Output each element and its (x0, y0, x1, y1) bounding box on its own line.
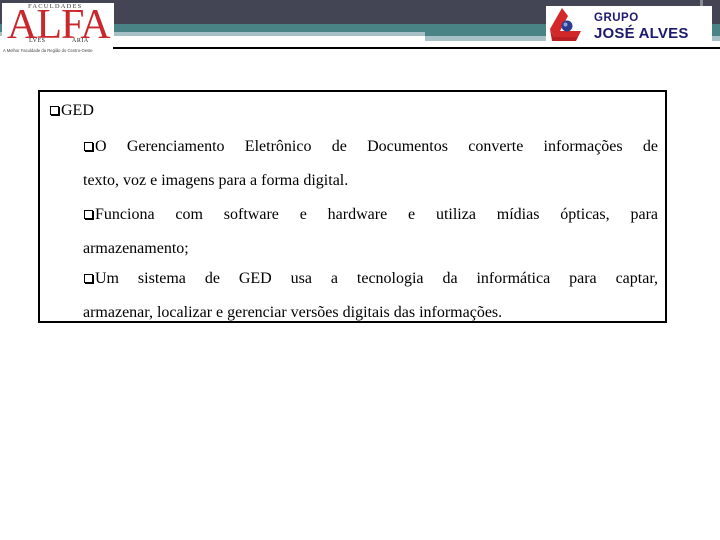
alfa-logo-sub-right: ARIA (72, 38, 89, 44)
bullet-line: armazenar, localizar e gerenciar versões… (83, 304, 503, 321)
logo-line-jose-alves: JOSÉ ALVES (594, 25, 689, 42)
content-box: GED O Gerenciamento Eletrônico de Docume… (38, 90, 667, 323)
bullet-item: Um sistema de GED usa a tecnologia da in… (83, 262, 658, 330)
alfa-logo: ALFA FACULDADES LVES ARIA (2, 3, 114, 47)
alfa-logo-sub-left: LVES (29, 38, 46, 44)
alfa-logo-main: ALFA (7, 2, 111, 48)
bullet-item: Funciona com software e hardware e utili… (83, 198, 658, 266)
logo-line-grupo: GRUPO (594, 12, 639, 24)
bullet-text: Um sistema de GED usa a tecnologia da in… (95, 270, 658, 287)
bullet-line: Um sistema de GED usa a tecnologia da in… (84, 262, 658, 296)
alfa-logo-top-text: FACULDADES (28, 3, 83, 10)
bullet-line: Funciona com software e hardware e utili… (84, 198, 658, 232)
grupo-jose-alves-logo: GRUPO JOSÉ ALVES (546, 6, 712, 43)
bullet-line: texto, voz e imagens para a forma digita… (83, 172, 349, 189)
header-divider (113, 47, 720, 49)
section-title: GED (50, 102, 94, 120)
section-title-text: GED (61, 102, 94, 119)
bullet-line: O Gerenciamento Eletrônico de Documentos… (84, 130, 658, 164)
checkbox-bullet-icon (50, 106, 59, 115)
checkbox-bullet-icon (84, 274, 93, 283)
checkbox-bullet-icon (84, 142, 93, 151)
bullet-item: O Gerenciamento Eletrônico de Documentos… (83, 130, 658, 198)
alfa-tagline: A Melhor Faculdade da Região do Centro-O… (3, 48, 93, 53)
triangle-globe-icon (550, 8, 581, 41)
bullet-text: Funciona com software e hardware e utili… (95, 206, 658, 223)
bullet-text: O Gerenciamento Eletrônico de Documentos… (95, 138, 658, 155)
bullet-line: armazenamento; (83, 240, 189, 257)
checkbox-bullet-icon (84, 210, 93, 219)
